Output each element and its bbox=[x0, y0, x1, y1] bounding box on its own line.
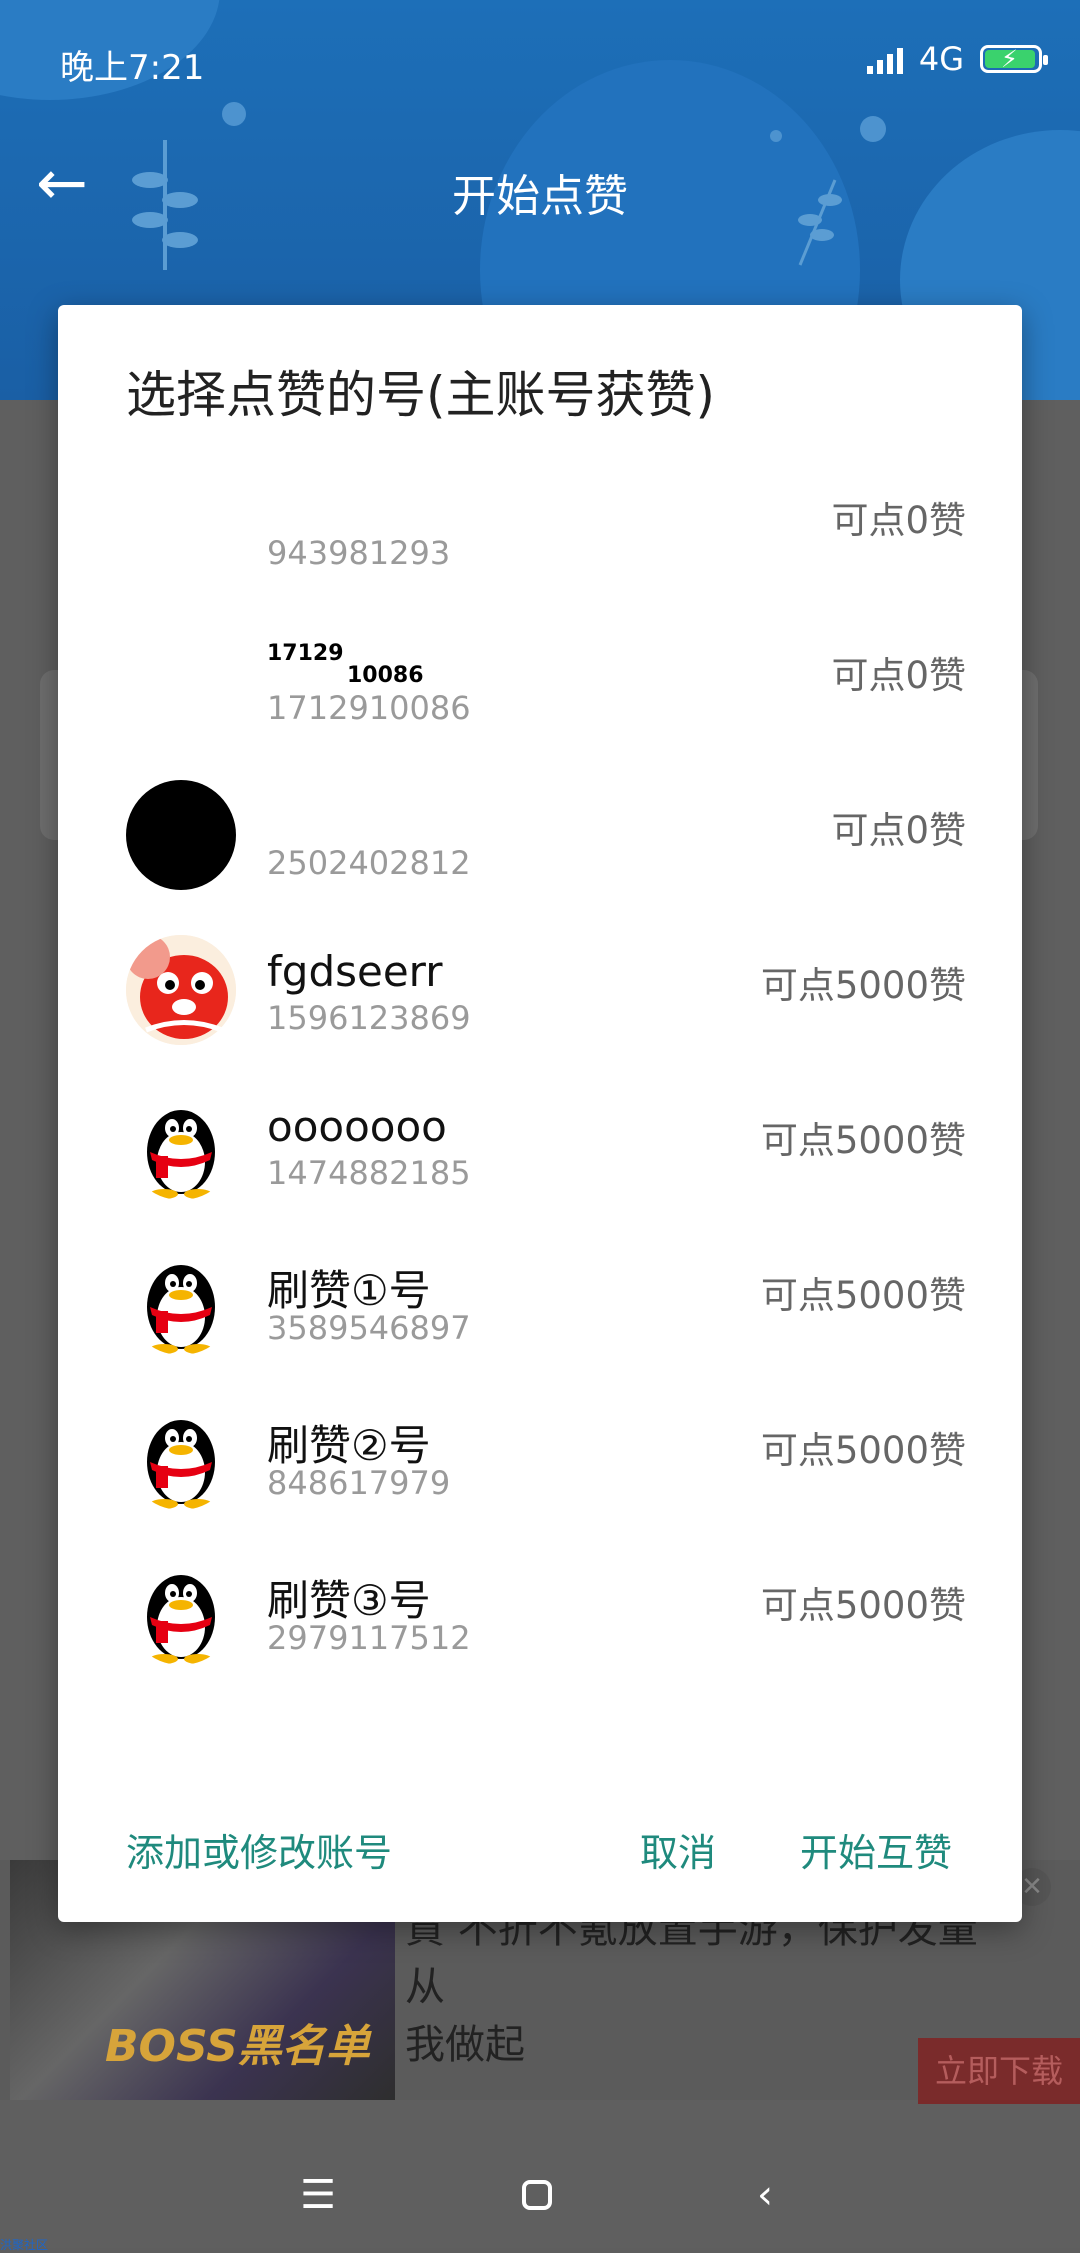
account-like-count: 可点5000赞 bbox=[760, 1274, 966, 1317]
dialog-title: 选择点赞的号(主账号获赞) bbox=[126, 366, 716, 424]
avatar bbox=[126, 1555, 236, 1665]
avatar bbox=[126, 1245, 236, 1355]
account-like-count: 可点5000赞 bbox=[760, 1584, 966, 1627]
account-like-count: 可点0赞 bbox=[831, 654, 966, 697]
account-id: 3589546897 bbox=[267, 1309, 471, 1347]
account-row[interactable]: fgdseerr 1596123869 可点5000赞 bbox=[58, 915, 1022, 1070]
account-row[interactable]: 17129 10086 1712910086 可点0赞 bbox=[58, 605, 1022, 760]
qq-penguin-icon bbox=[147, 1575, 215, 1664]
account-name: ooooooo bbox=[267, 1102, 447, 1151]
avatar bbox=[126, 1090, 236, 1200]
account-note: 10086 bbox=[347, 663, 424, 688]
red-mascot-icon bbox=[126, 935, 236, 1045]
account-id: 848617979 bbox=[267, 1464, 451, 1502]
qq-penguin-icon bbox=[147, 1420, 215, 1509]
account-name: fgdseerr bbox=[267, 947, 443, 996]
qq-penguin-icon bbox=[147, 1110, 215, 1199]
account-id: 943981293 bbox=[267, 534, 451, 572]
cancel-button[interactable]: 取消 bbox=[640, 1822, 716, 1877]
account-like-count: 可点5000赞 bbox=[760, 1119, 966, 1162]
account-like-count: 可点0赞 bbox=[831, 809, 966, 852]
avatar bbox=[126, 935, 236, 1045]
back-icon[interactable]: ‹ bbox=[740, 2170, 790, 2220]
select-account-dialog: 选择点赞的号(主账号获赞) 943981293 可点0赞 17129 10086… bbox=[58, 305, 1022, 1922]
account-row[interactable]: 刷赞②号 848617979 可点5000赞 bbox=[58, 1380, 1022, 1535]
account-row[interactable]: 2502402812 可点0赞 bbox=[58, 760, 1022, 915]
status-bar: 晚上7:21 4G ⚡ bbox=[0, 0, 1080, 120]
account-id: 2502402812 bbox=[267, 844, 471, 882]
ad-download-button[interactable]: 立即下载 bbox=[918, 2038, 1080, 2104]
account-like-count: 可点0赞 bbox=[831, 499, 966, 542]
home-icon bbox=[522, 2180, 552, 2210]
system-nav-bar: ☰ ‹ bbox=[0, 2130, 1080, 2248]
footer-tag: 洪聚社区 bbox=[0, 2238, 49, 2252]
account-id: 1474882185 bbox=[267, 1154, 471, 1192]
account-like-count: 可点5000赞 bbox=[760, 1429, 966, 1472]
home-button[interactable] bbox=[512, 2170, 562, 2220]
account-note: 17129 bbox=[267, 641, 344, 666]
network-label: 4G bbox=[918, 40, 964, 78]
account-row[interactable]: 刷赞①号 3589546897 可点5000赞 bbox=[58, 1225, 1022, 1380]
ad-text: 賁 不折不氪放置手游，保护发量从 我做起 bbox=[405, 1900, 1005, 2074]
start-like-button[interactable]: 开始互赞 bbox=[800, 1822, 952, 1877]
ad-logo: BOSS黑名单 bbox=[105, 2021, 370, 2072]
account-row[interactable]: 943981293 可点0赞 bbox=[58, 450, 1022, 605]
account-id: 2979117512 bbox=[267, 1619, 471, 1657]
signal-icon bbox=[866, 44, 903, 74]
account-id: 1712910086 bbox=[267, 689, 471, 727]
qq-penguin-icon bbox=[147, 1265, 215, 1354]
dialog-actions: 添加或修改账号 取消 开始互赞 bbox=[58, 1800, 1022, 1890]
page-title: 开始点赞 bbox=[452, 171, 628, 222]
avatar bbox=[126, 1400, 236, 1510]
account-like-count: 可点5000赞 bbox=[760, 964, 966, 1007]
ad-text-line: 我做起 bbox=[405, 2022, 525, 2068]
add-edit-account-button[interactable]: 添加或修改账号 bbox=[126, 1822, 392, 1877]
menu-icon[interactable]: ☰ bbox=[293, 2170, 343, 2220]
status-time: 晚上7:21 bbox=[60, 48, 205, 88]
account-row[interactable]: 刷赞③号 2979117512 可点5000赞 bbox=[58, 1535, 1022, 1690]
decor-dot bbox=[770, 130, 782, 142]
account-row[interactable]: ooooooo 1474882185 可点5000赞 bbox=[58, 1070, 1022, 1225]
status-icons: 4G ⚡ bbox=[866, 40, 1048, 78]
battery-icon: ⚡ bbox=[980, 45, 1048, 73]
avatar bbox=[126, 780, 236, 890]
account-id: 1596123869 bbox=[267, 999, 471, 1037]
